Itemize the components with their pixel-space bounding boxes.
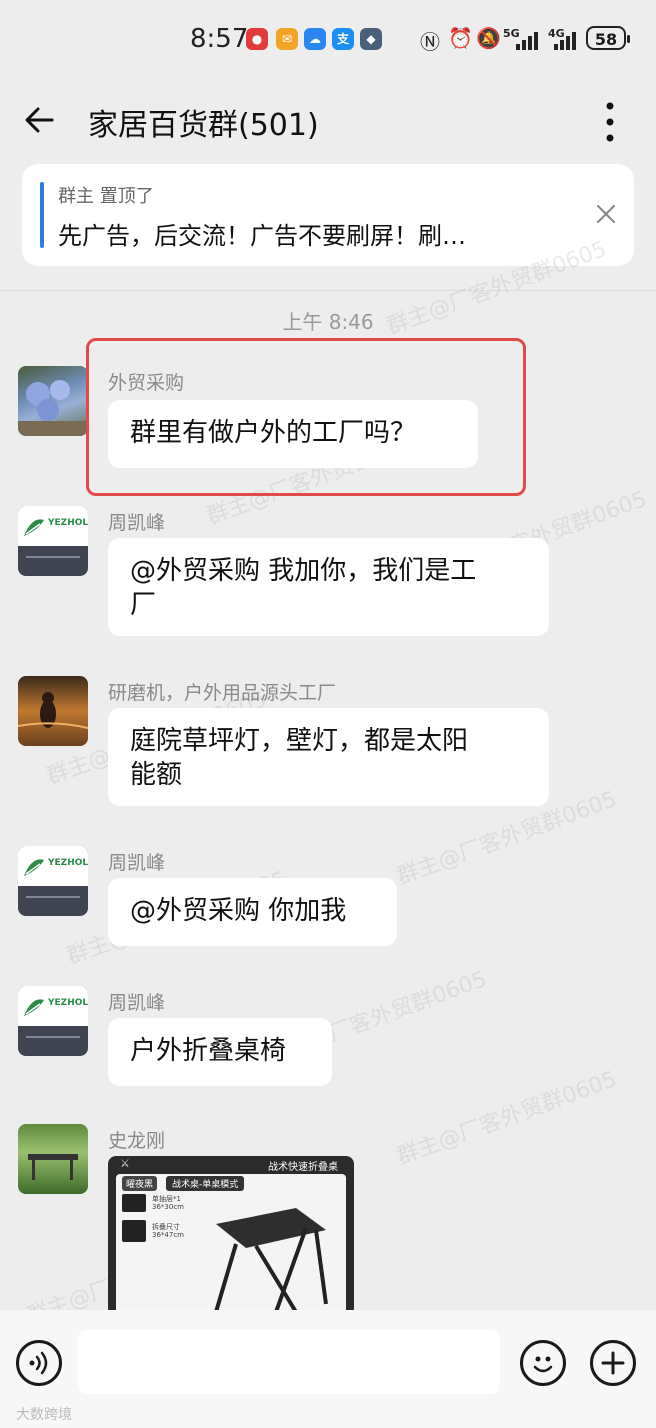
avatar[interactable]: YEZHOLIN — [18, 986, 88, 1056]
logo-subtext-line — [26, 1036, 80, 1038]
avatar[interactable] — [18, 1124, 88, 1194]
back-arrow-icon[interactable] — [22, 102, 58, 138]
pinned-announcement[interactable]: 群主 置顶了 先广告，后交流！广告不要刷屏！刷… — [22, 164, 634, 266]
image-header: ⚔ 战术快速折叠桌 — [108, 1156, 354, 1174]
signal-icon-2 — [554, 32, 576, 50]
add-attachment-icon[interactable] — [590, 1340, 636, 1386]
pinned-accent-bar — [40, 182, 44, 248]
color-badge: 曜夜黑 — [122, 1176, 158, 1191]
sender-name: 周凯峰 — [108, 512, 166, 534]
spec-thumb — [122, 1220, 146, 1242]
logo-text: YEZHOLIN — [48, 998, 88, 1008]
signal-icon — [516, 32, 538, 50]
game-icon: ◆ — [360, 28, 382, 50]
message-bubble[interactable]: 庭院草坪灯，壁灯，都是太阳 能额 — [108, 708, 549, 806]
logo-area: YEZHOLIN — [18, 506, 88, 546]
mute-icon: 🔕 — [476, 26, 501, 50]
alipay-icon: 支 — [332, 28, 354, 50]
spec-text: 36*47cm — [152, 1231, 184, 1239]
message-line: @外贸采购 我加你，我们是工 — [130, 556, 477, 586]
product-image-message[interactable]: ⚔ 战术快速折叠桌 曜夜黑 战术桌-单桌模式 单抽层*1 36*30cm 拆叠尺… — [108, 1156, 354, 1316]
message-line: 厂 — [130, 590, 157, 620]
spec-text: 36*30cm — [152, 1203, 184, 1211]
highlight-box — [86, 338, 526, 496]
mail-app-icon: ● — [246, 28, 268, 50]
voice-input-icon[interactable] — [16, 1340, 62, 1386]
chat-header: 家居百货群(501) — [0, 80, 656, 164]
clock: 8:57 — [190, 24, 249, 54]
status-bar: 8:57 ● ✉ ☁ 支 ◆ Ⓝ ⏰ 🔕 5G 4G 58 — [0, 0, 656, 80]
mode-label: 战术桌-单桌模式 — [166, 1176, 245, 1191]
more-options-icon[interactable] — [596, 100, 624, 144]
logo-subtext-line — [26, 556, 80, 558]
message-line: 庭院草坪灯，壁灯，都是太阳 — [130, 726, 469, 756]
logo-text: YEZHOLIN — [48, 858, 88, 868]
logo-area: YEZHOLIN — [18, 986, 88, 1026]
emoji-icon[interactable] — [520, 1340, 566, 1386]
avatar[interactable]: YEZHOLIN — [18, 506, 88, 576]
pinned-meta: 群主 置顶了 — [58, 186, 154, 207]
message-bubble[interactable]: 户外折叠桌椅 — [108, 1018, 332, 1086]
sender-name: 史龙刚 — [108, 1130, 166, 1152]
pinned-text: 先广告，后交流！广告不要刷屏！刷… — [58, 222, 466, 250]
message-bubble[interactable]: @外贸采购 我加你，我们是工 厂 — [108, 538, 549, 636]
alarm-icon: ⏰ — [448, 26, 473, 50]
image-body: 曜夜黑 战术桌-单桌模式 单抽层*1 36*30cm 拆叠尺寸 36*47cm — [116, 1174, 346, 1316]
nfc-icon: Ⓝ — [420, 30, 440, 54]
watermark-corner-text: 大数跨境 — [16, 1407, 72, 1423]
image-title: 战术快速折叠桌 — [268, 1162, 338, 1173]
weather-icon: ☁ — [304, 28, 326, 50]
outdoor-table-avatar-image — [28, 1154, 78, 1180]
logo-area: YEZHOLIN — [18, 846, 88, 886]
avatar[interactable] — [18, 366, 88, 436]
divider — [0, 290, 656, 291]
sender-name: 周凯峰 — [108, 992, 166, 1014]
message-input[interactable] — [78, 1330, 500, 1394]
hydrangea-avatar-image — [18, 380, 88, 436]
fork-knife-icon: ⚔ — [120, 1157, 130, 1170]
battery-icon: 58 — [586, 26, 630, 50]
sender-name: 研磨机，户外用品源头工厂 — [108, 682, 337, 704]
sunset-person-avatar-image — [18, 692, 88, 729]
logo-subtext-line — [26, 896, 80, 898]
input-bar — [0, 1310, 656, 1428]
close-icon[interactable] — [594, 202, 618, 226]
sender-name: 周凯峰 — [108, 852, 166, 874]
email-icon: ✉ — [276, 28, 298, 50]
message-bubble[interactable]: @外贸采购 你加我 — [108, 878, 397, 946]
folding-table-image — [214, 1208, 328, 1314]
avatar[interactable]: YEZHOLIN — [18, 846, 88, 916]
group-title: 家居百货群(501) — [88, 108, 319, 143]
avatar[interactable] — [18, 676, 88, 746]
message-line: 能额 — [130, 760, 183, 790]
spec-thumb — [122, 1194, 146, 1212]
watermark: 群主@厂客外贸群0605 — [393, 1066, 621, 1170]
message-timestamp: 上午 8:46 — [282, 310, 374, 334]
logo-text: YEZHOLIN — [48, 518, 88, 528]
